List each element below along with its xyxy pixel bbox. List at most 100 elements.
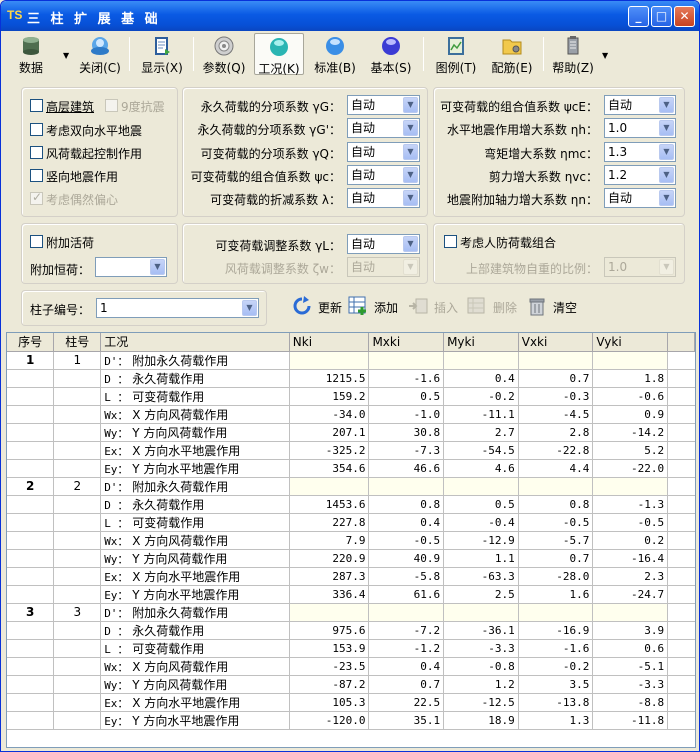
cell-mxki[interactable]: 35.1	[368, 711, 445, 730]
cell-mxki[interactable]: 40.9	[368, 549, 445, 568]
cell-myki[interactable]: 1.1	[443, 549, 519, 568]
cell-mxki[interactable]: 46.6	[368, 459, 445, 478]
row-column-id-cell[interactable]	[53, 711, 102, 730]
cell-myki[interactable]: -11.1	[443, 405, 519, 424]
data-dropdown-arrow[interactable]: ▼	[63, 51, 69, 60]
cell-vyki[interactable]	[592, 351, 669, 370]
wind-control-checkbox[interactable]	[30, 146, 43, 159]
header-myki[interactable]: Myki	[443, 333, 519, 352]
row-column-id-cell[interactable]	[53, 639, 102, 658]
cell-nki[interactable]: 7.9	[289, 531, 370, 550]
row-column-id-cell[interactable]	[53, 567, 102, 586]
cell-nki[interactable]	[289, 351, 370, 370]
gamma-g-select[interactable]: 自动 ▼	[347, 95, 420, 115]
gamma-g-prime-select[interactable]: 自动 ▼	[347, 118, 420, 138]
cell-vxki[interactable]: 0.7	[518, 549, 594, 568]
cell-vyki[interactable]: -14.2	[592, 423, 669, 442]
column-number-select[interactable]: 1 ▼	[96, 298, 259, 318]
cell-vxki[interactable]: -0.2	[518, 657, 594, 676]
cell-vxki[interactable]: -16.9	[518, 621, 594, 640]
vertical-seismic-checkbox[interactable]	[30, 169, 43, 182]
maximize-button[interactable]: □	[651, 6, 672, 27]
cell-nki[interactable]	[289, 477, 370, 496]
cell-myki[interactable]: 0.5	[443, 495, 519, 514]
cell-vyki[interactable]: 0.6	[592, 639, 669, 658]
cell-vxki[interactable]: -0.3	[518, 387, 594, 406]
table-row[interactable]: Wy： Y 方向风荷载作用 220.9 40.9 1.1 0.7 -16.4	[7, 549, 695, 568]
cell-myki[interactable]	[443, 351, 519, 370]
cell-vyki[interactable]: 1.8	[592, 369, 669, 388]
cell-vyki[interactable]: -0.6	[592, 387, 669, 406]
header-nki[interactable]: Nki	[289, 333, 370, 352]
header-mxki[interactable]: Mxki	[368, 333, 445, 352]
cell-vyki[interactable]: -16.4	[592, 549, 669, 568]
civil-defense-checkbox[interactable]	[444, 235, 457, 248]
cell-vyki[interactable]: 5.2	[592, 441, 669, 460]
table-row[interactable]: Ex： X 方向水平地震作用 -325.2 -7.3 -54.5 -22.8 5.2	[7, 441, 695, 460]
bidirectional-seismic-checkbox[interactable]	[30, 123, 43, 136]
row-column-id-cell[interactable]	[53, 459, 102, 478]
cell-myki[interactable]: 1.2	[443, 675, 519, 694]
cell-mxki[interactable]: -1.6	[368, 369, 445, 388]
cell-mxki[interactable]: 22.5	[368, 693, 445, 712]
cell-vyki[interactable]: -1.3	[592, 495, 669, 514]
toolbar-cases-button[interactable]: 工况(K)	[254, 33, 304, 76]
cell-myki[interactable]: -12.9	[443, 531, 519, 550]
cell-vyki[interactable]: -24.7	[592, 585, 669, 604]
cell-nki[interactable]: 287.3	[289, 567, 370, 586]
table-row[interactable]: Wy： Y 方向风荷载作用 207.1 30.8 2.7 2.8 -14.2	[7, 423, 695, 442]
toolbar-legend-button[interactable]: 图例(T)	[431, 33, 481, 75]
cell-nki[interactable]: 207.1	[289, 423, 370, 442]
row-column-id-cell[interactable]: 2	[53, 477, 102, 496]
table-row[interactable]: 2 2 D'： 附加永久荷载作用	[7, 477, 695, 496]
cell-mxki[interactable]: 0.4	[368, 657, 445, 676]
cell-myki[interactable]: -0.8	[443, 657, 519, 676]
additional-dead-select[interactable]: ▼	[95, 257, 167, 277]
cell-mxki[interactable]	[368, 477, 445, 496]
cell-vxki[interactable]: -0.5	[518, 513, 594, 532]
cell-mxki[interactable]: -1.0	[368, 405, 445, 424]
table-row[interactable]: 3 3 D'： 附加永久荷载作用	[7, 603, 695, 622]
cell-vxki[interactable]: 2.8	[518, 423, 594, 442]
cell-myki[interactable]	[443, 477, 519, 496]
toolbar-display-button[interactable]: 显示(X)	[137, 33, 187, 75]
cell-nki[interactable]: 153.9	[289, 639, 370, 658]
cell-vyki[interactable]: 3.9	[592, 621, 669, 640]
cell-vyki[interactable]	[592, 477, 669, 496]
cell-myki[interactable]: -0.4	[443, 513, 519, 532]
cell-vxki[interactable]: -1.6	[518, 639, 594, 658]
eta-h-select[interactable]: 1.0 ▼	[604, 118, 676, 138]
cell-vyki[interactable]	[592, 603, 669, 622]
minimize-button[interactable]: _	[628, 6, 649, 27]
cell-vxki[interactable]: -28.0	[518, 567, 594, 586]
toolbar-basic-button[interactable]: 基本(S)	[367, 33, 415, 75]
cell-nki[interactable]: 975.6	[289, 621, 370, 640]
table-row[interactable]: Wx： X 方向风荷载作用 7.9 -0.5 -12.9 -5.7 0.2	[7, 531, 695, 550]
row-column-id-cell[interactable]: 1	[53, 351, 102, 370]
header-seq[interactable]: 序号	[7, 333, 55, 352]
cell-vyki[interactable]: -5.1	[592, 657, 669, 676]
toolbar-close-button[interactable]: 关闭(C)	[77, 33, 123, 75]
table-row[interactable]: Ex： X 方向水平地震作用 287.3 -5.8 -63.3 -28.0 2.3	[7, 567, 695, 586]
cell-vxki[interactable]: 4.4	[518, 459, 594, 478]
cell-myki[interactable]: 4.6	[443, 459, 519, 478]
row-column-id-cell[interactable]	[53, 693, 102, 712]
high-rise-checkbox[interactable]	[30, 99, 43, 112]
title-bar[interactable]: TS 三 柱 扩 展 基 础 _ □ ✕	[1, 1, 699, 31]
cell-vyki[interactable]: -3.3	[592, 675, 669, 694]
cell-myki[interactable]: 2.5	[443, 585, 519, 604]
cell-vyki[interactable]: 2.3	[592, 567, 669, 586]
row-column-id-cell[interactable]	[53, 549, 102, 568]
cell-nki[interactable]: 354.6	[289, 459, 370, 478]
header-vxki[interactable]: Vxki	[518, 333, 594, 352]
row-column-id-cell[interactable]	[53, 531, 102, 550]
load-case-table[interactable]: 序号 柱号 工况 Nki Mxki Myki Vxki Vyki 1 1 D'： 附…	[6, 332, 696, 748]
cell-nki[interactable]: -23.5	[289, 657, 370, 676]
cell-nki[interactable]	[289, 603, 370, 622]
cell-nki[interactable]: 105.3	[289, 693, 370, 712]
cell-nki[interactable]: -120.0	[289, 711, 370, 730]
cell-vxki[interactable]: -22.8	[518, 441, 594, 460]
cell-myki[interactable]: -63.3	[443, 567, 519, 586]
cell-mxki[interactable]: -0.5	[368, 531, 445, 550]
cell-vxki[interactable]: -4.5	[518, 405, 594, 424]
